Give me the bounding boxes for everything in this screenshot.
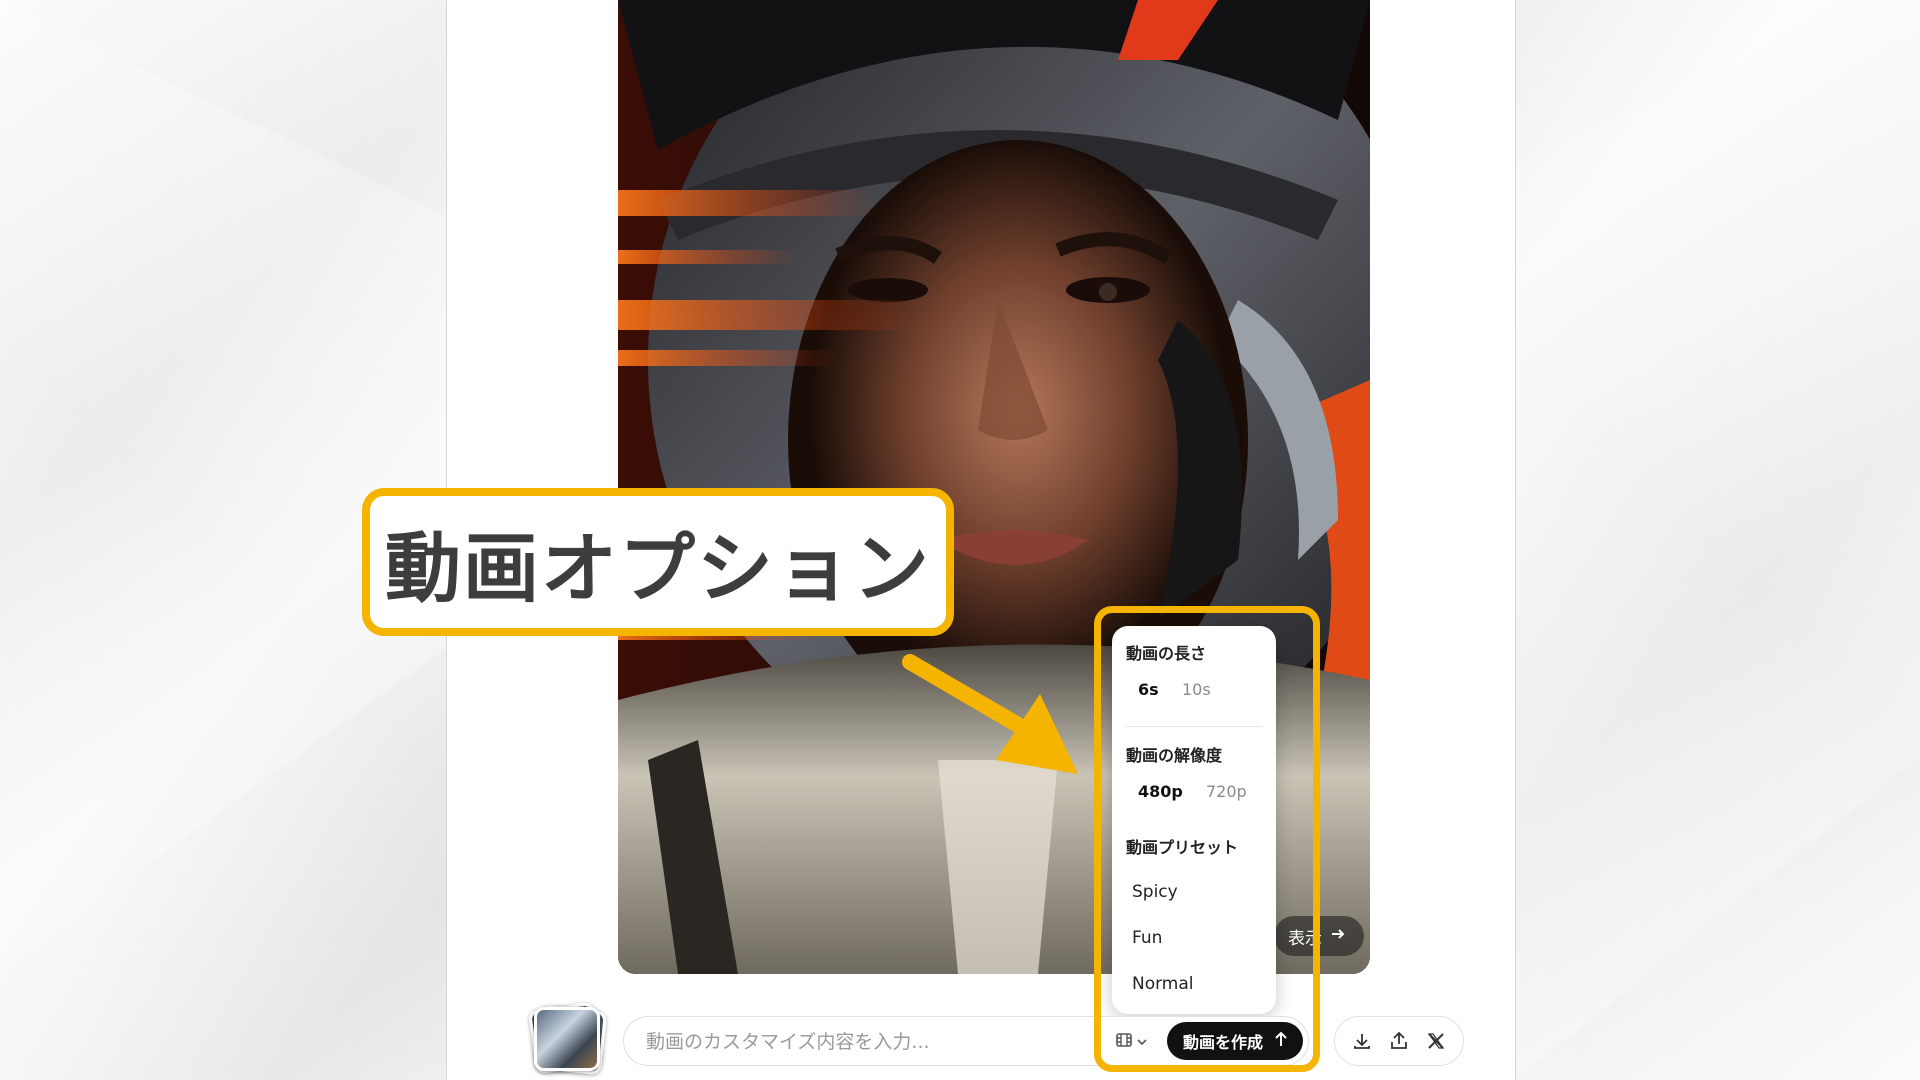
background-facet (1516, 0, 1920, 1080)
arrow-right-icon (1330, 926, 1346, 947)
options-highlight-frame (1094, 606, 1320, 1072)
annotation-callout: 動画オプション (362, 488, 954, 636)
download-icon[interactable] (1349, 1028, 1375, 1054)
video-prompt-input[interactable] (644, 1017, 1078, 1067)
image-actions (1334, 1016, 1464, 1066)
annotation-arrow-icon (902, 654, 1078, 774)
source-image-thumbnail[interactable] (527, 1001, 608, 1076)
x-logo-icon[interactable] (1423, 1028, 1449, 1054)
thumbnail-card (534, 1007, 600, 1071)
share-icon[interactable] (1386, 1028, 1412, 1054)
